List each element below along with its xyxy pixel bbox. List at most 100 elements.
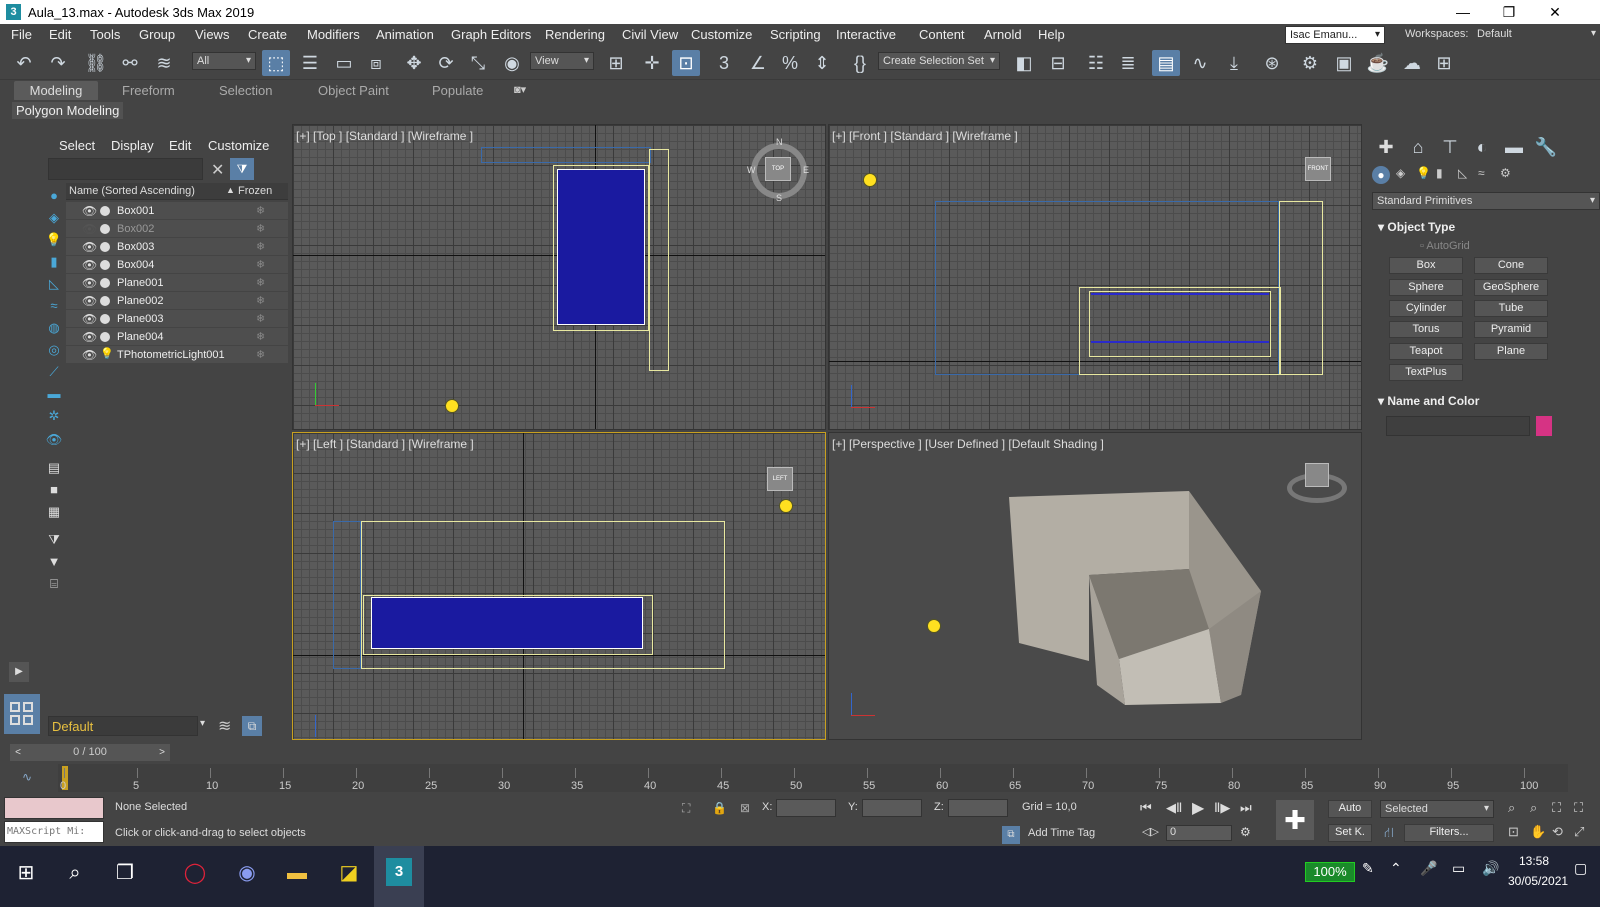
tube-button[interactable]: Tube — [1474, 300, 1548, 317]
freeze-icon[interactable]: ❄ — [256, 294, 265, 307]
polygon-modeling-panel[interactable]: Polygon Modeling — [12, 102, 124, 119]
sticky-notes-icon[interactable]: ◪ — [334, 858, 364, 888]
geosphere-button[interactable]: GeoSphere — [1474, 279, 1548, 296]
viewport-top[interactable]: [+] [Top ] [Standard ] [Wireframe ] TOP … — [292, 124, 826, 430]
y-coordinate-input[interactable] — [862, 799, 922, 817]
goto-end-icon[interactable]: ⏭ — [1240, 800, 1252, 816]
menu-content[interactable]: Content — [919, 27, 965, 42]
goto-start-icon[interactable]: ⏮ — [1140, 800, 1152, 816]
clear-search-icon[interactable]: ✕ — [211, 160, 224, 180]
spinner-snap-icon[interactable]: ⇕ — [808, 50, 836, 76]
material-editor-icon[interactable]: ⊛ — [1258, 50, 1286, 76]
set-key-big-icon[interactable]: ✚ — [1276, 800, 1314, 840]
rotate-icon[interactable]: ⟳ — [432, 50, 460, 76]
freeze-icon[interactable]: ❄ — [256, 204, 265, 217]
display-hidden-icon[interactable]: 👁 — [44, 430, 64, 450]
torus-button[interactable]: Torus — [1389, 321, 1463, 338]
tab-object-paint[interactable]: Object Paint — [318, 83, 389, 98]
zoom-icon[interactable]: ⌕ — [1508, 800, 1515, 816]
filter-icon[interactable]: ⧩ — [230, 158, 254, 180]
visibility-eye-icon[interactable]: 👁 — [82, 312, 97, 326]
curve-editor-icon[interactable]: ∿ — [1186, 50, 1214, 76]
object-name-input[interactable] — [1386, 416, 1530, 436]
display-cameras-icon[interactable]: ▮ — [44, 252, 64, 272]
helpers-category-icon[interactable]: ◺ — [1458, 166, 1467, 180]
selection-filter-dropdown[interactable]: All — [192, 52, 256, 70]
viewport-perspective[interactable]: [+] [Perspective ] [User Defined ] [Defa… — [828, 432, 1362, 740]
display-bones-icon[interactable]: ⟋ — [44, 362, 64, 382]
close-button[interactable]: ✕ — [1532, 2, 1578, 22]
light-gizmo-icon[interactable] — [863, 173, 877, 187]
menu-group[interactable]: Group — [139, 27, 175, 42]
geometry-category-icon[interactable]: ● — [1372, 166, 1390, 184]
viewport-front[interactable]: [+] [Front ] [Standard ] [Wireframe ] FR… — [828, 124, 1362, 430]
object-type-rollout[interactable]: ▾ Object Type — [1378, 220, 1455, 234]
light-gizmo-icon[interactable] — [779, 499, 793, 513]
box-button[interactable]: Box — [1389, 257, 1463, 274]
name-color-rollout[interactable]: ▾ Name and Color — [1378, 394, 1479, 408]
key-mode-toggle-icon[interactable]: ⛙ — [1384, 824, 1394, 843]
list-item[interactable]: 👁 Box003 ❄ — [66, 238, 288, 256]
field-of-view-icon[interactable]: ⊡ — [1508, 824, 1519, 840]
list-item[interactable]: 👁 Plane002 ❄ — [66, 292, 288, 310]
file-explorer-icon[interactable]: ▬ — [282, 858, 312, 888]
menu-graph-editors[interactable]: Graph Editors — [451, 27, 531, 42]
add-time-tag[interactable]: Add Time Tag — [1028, 827, 1095, 839]
orbit-icon[interactable]: ⟲ — [1552, 824, 1563, 840]
visibility-eye-icon[interactable]: 👁 — [82, 348, 97, 362]
select-by-name-icon[interactable]: ☰ — [296, 50, 324, 76]
create-tab-icon[interactable]: ✚ — [1372, 134, 1400, 160]
menu-customize[interactable]: Customize — [691, 27, 752, 42]
set-key-button[interactable]: Set K. — [1328, 824, 1372, 842]
display-frozen-icon[interactable]: ▤ — [44, 458, 64, 478]
freeze-icon[interactable]: ❄ — [256, 240, 265, 253]
list-item[interactable]: 👁 Box004 ❄ — [66, 256, 288, 274]
viewport-label[interactable]: [+] [Top ] [Standard ] [Wireframe ] — [296, 129, 473, 143]
display-geometry-icon[interactable]: ● — [44, 186, 64, 206]
workspace-dropdown[interactable]: Default — [1473, 26, 1600, 44]
explorer-folder-icon[interactable]: ⌸ — [44, 574, 64, 594]
curve-mini-icon[interactable]: ∿ — [22, 770, 32, 784]
reference-coord-dropdown[interactable]: View — [530, 52, 594, 70]
volume-icon[interactable]: 🔊 — [1482, 860, 1499, 877]
render-production-icon[interactable]: ☕ — [1364, 50, 1392, 76]
named-selection-dropdown[interactable]: Create Selection Set — [878, 52, 1000, 70]
menu-help[interactable]: Help — [1038, 27, 1065, 42]
menu-interactive[interactable]: Interactive — [836, 27, 896, 42]
snaps-toggle-icon[interactable]: 3 — [710, 50, 738, 76]
visibility-eye-icon[interactable]: 👁 — [82, 222, 97, 236]
visibility-eye-icon[interactable]: 👁 — [82, 294, 97, 308]
visibility-eye-icon[interactable]: 👁 — [82, 240, 97, 254]
schematic-view-icon[interactable]: ⤓ — [1220, 50, 1248, 76]
freeze-icon[interactable]: ❄ — [256, 330, 265, 343]
menu-rendering[interactable]: Rendering — [545, 27, 605, 42]
select-manipulate-icon[interactable]: ✛ — [638, 50, 666, 76]
spacewarps-category-icon[interactable]: ≈ — [1478, 166, 1485, 180]
viewcube[interactable]: FRONT — [1305, 157, 1331, 181]
taskbar-3dsmax-active[interactable]: 3 — [374, 846, 424, 907]
track-bar[interactable]: 0 5 10 15 20 25 30 35 40 45 50 55 60 65 70 75 80 85 90 95 10… — [58, 764, 1568, 792]
menu-tools[interactable]: Tools — [90, 27, 120, 42]
display-shapes-icon[interactable]: ◈ — [44, 208, 64, 228]
freeze-icon[interactable]: ❄ — [256, 276, 265, 289]
place-icon[interactable]: ◉ — [498, 50, 526, 76]
menu-animation[interactable]: Animation — [376, 27, 434, 42]
absolute-mode-icon[interactable]: ⊠ — [740, 801, 750, 815]
viewport-label[interactable]: [+] [Perspective ] [User Defined ] [Defa… — [832, 437, 1104, 451]
cylinder-button[interactable]: Cylinder — [1389, 300, 1463, 317]
link-icon[interactable]: ⛓ — [82, 50, 110, 76]
light-gizmo-icon[interactable] — [445, 399, 459, 413]
maxscript-listener-pink[interactable] — [4, 797, 104, 819]
next-frame-button[interactable]: > — [154, 744, 170, 761]
viewcube[interactable]: LEFT — [767, 467, 793, 491]
light-gizmo-icon[interactable] — [927, 619, 941, 633]
display-particles-icon[interactable]: ✲ — [44, 406, 64, 426]
play-icon[interactable]: ▶ — [1192, 798, 1204, 818]
key-filter-dropdown[interactable]: Selected — [1380, 800, 1494, 818]
maxscript-mini-input[interactable]: MAXScript Mi: — [4, 821, 104, 843]
user-account-dropdown[interactable]: Isac Emanu... — [1285, 26, 1385, 44]
angle-snap-icon[interactable]: ∠ — [744, 50, 772, 76]
pivot-icon[interactable]: ⊞ — [602, 50, 630, 76]
keyboard-shortcut-icon[interactable]: ⊡ — [672, 50, 700, 76]
display-dependents-icon[interactable]: ▦ — [44, 502, 64, 522]
